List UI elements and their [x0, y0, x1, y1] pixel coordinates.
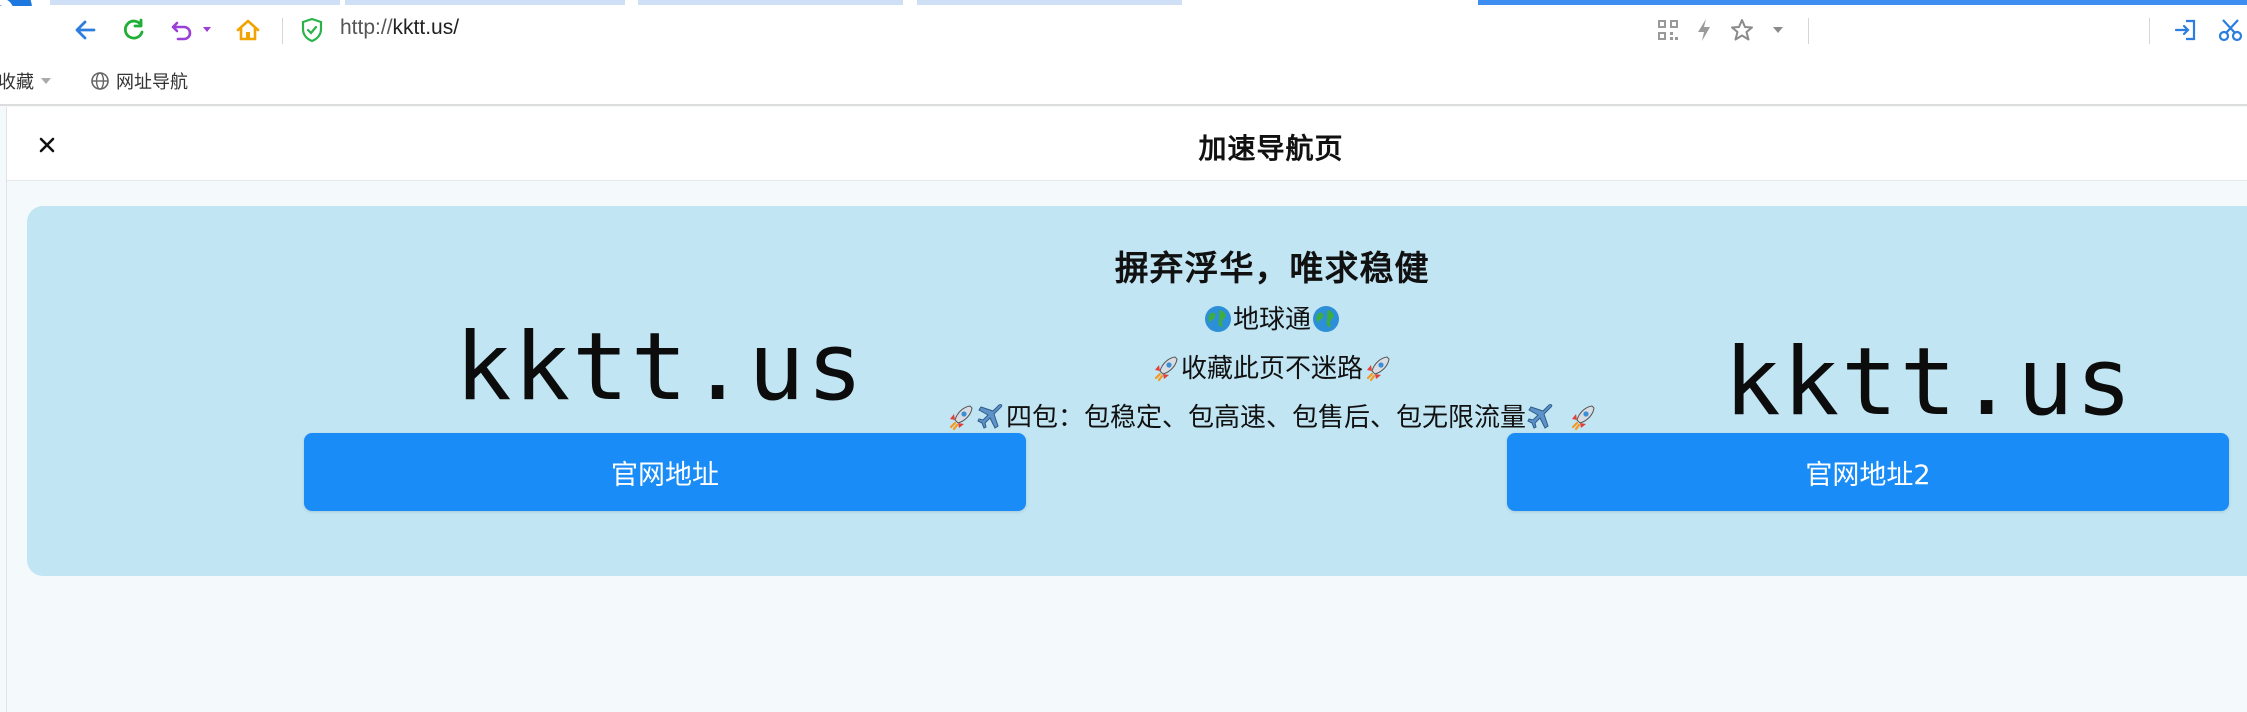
url-protocol: http:// — [340, 16, 393, 39]
modal-title: 加速导航页 — [1198, 132, 1344, 165]
rocket-emoji-icon — [1154, 356, 1178, 382]
globe-icon — [91, 72, 109, 90]
address-bar-url[interactable]: http://kktt.us/ — [340, 16, 459, 40]
toolbar-separator — [282, 18, 283, 44]
chevron-down-icon — [41, 78, 51, 84]
rocket-emoji-icon — [1366, 356, 1390, 382]
line-guarantees: 四包：包稳定、包高速、包售后、包无限流量 — [27, 397, 2247, 434]
globe-emoji-icon — [1313, 306, 1339, 332]
airplane-emoji-icon — [1527, 404, 1553, 429]
modal-header: 加速导航页 — [7, 107, 2247, 181]
globe-emoji-icon — [1204, 306, 1231, 332]
bookmark-label: 收藏 — [0, 72, 34, 93]
tab-active[interactable] — [1478, 0, 2247, 5]
tab[interactable] — [638, 0, 903, 5]
tab[interactable] — [917, 0, 1182, 5]
bookmark-label: 网址导航 — [116, 72, 188, 93]
toolbar-separator — [1808, 18, 1809, 44]
toolbar-separator — [2149, 18, 2150, 44]
official-site-2-button[interactable]: 官网地址2 — [1507, 433, 2229, 511]
bookmark-favorites[interactable]: 收藏 — [0, 68, 52, 94]
line-guarantees-text: 四包：包稳定、包高速、包售后、包无限流量 — [1005, 403, 1526, 433]
line-earth: 地球通 — [27, 299, 2247, 336]
qr-code-icon[interactable] — [1652, 14, 1684, 46]
scissors-icon[interactable] — [2215, 14, 2247, 46]
secure-shield-icon[interactable] — [296, 14, 328, 46]
official-site-button[interactable]: 官网地址 — [304, 433, 1026, 511]
url-host: kktt.us/ — [392, 16, 460, 39]
browser-toolbar: http://kktt.us/ — [0, 6, 2247, 54]
airplane-emoji-icon — [977, 404, 1003, 429]
line-bookmark-text: 收藏此页不迷路 — [1180, 354, 1363, 384]
nav-card: kktt.us kktt.us 摒弃浮华，唯求稳健 地球通 收藏此页不迷路 四包… — [27, 206, 2247, 576]
slogan-headline: 摒弃浮华，唯求稳健 — [1114, 249, 1430, 289]
bookmark-site-nav[interactable]: 网址导航 — [90, 68, 188, 94]
undo-dropdown-icon[interactable] — [197, 14, 217, 46]
line-earth-text: 地球通 — [1232, 305, 1311, 335]
back-icon[interactable] — [70, 14, 102, 46]
home-icon[interactable] — [232, 14, 264, 46]
chevron-down-icon[interactable] — [1766, 14, 1790, 46]
tab[interactable] — [345, 0, 625, 5]
undo-icon[interactable] — [166, 14, 198, 46]
lightning-icon[interactable] — [1688, 14, 1720, 46]
bookmarks-bar: 收藏 网址导航 — [0, 54, 2247, 106]
line-bookmark: 收藏此页不迷路 — [27, 348, 2247, 385]
refresh-icon[interactable] — [118, 14, 150, 46]
rocket-emoji-icon — [949, 405, 973, 431]
tab[interactable] — [50, 0, 340, 5]
page-content: 加速导航页 kktt.us kktt.us 摒弃浮华，唯求稳健 地球通 收藏此页… — [6, 107, 2247, 712]
rocket-emoji-icon — [1571, 405, 1595, 431]
login-icon[interactable] — [2169, 14, 2201, 46]
star-icon[interactable] — [1726, 14, 1758, 46]
